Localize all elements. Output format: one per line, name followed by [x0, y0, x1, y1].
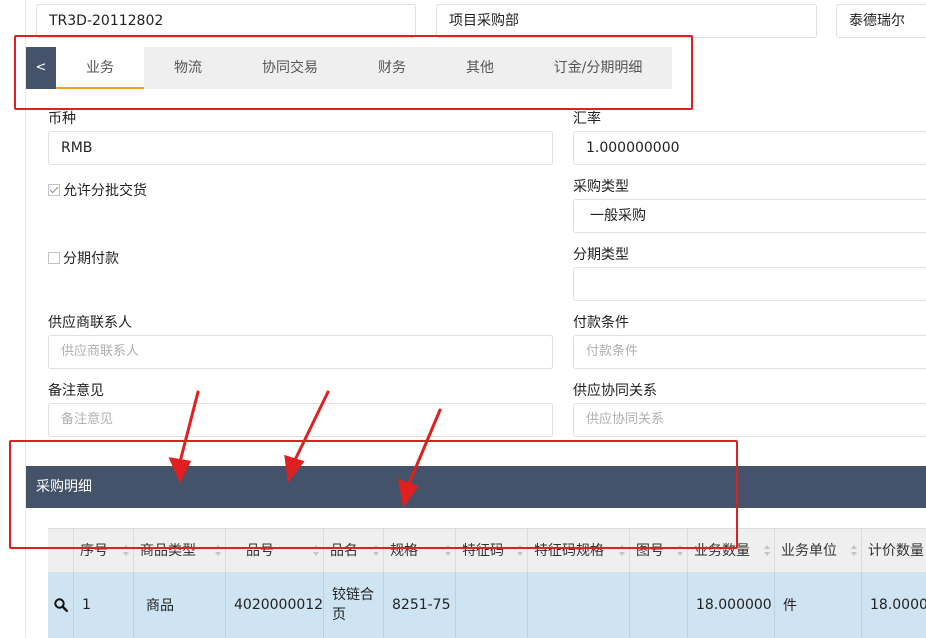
search-icon[interactable] [54, 598, 68, 612]
table-header-select [48, 529, 74, 573]
table-cell: 18.000000 [688, 572, 775, 638]
sort-icon[interactable] [677, 545, 683, 557]
payment-terms-input[interactable]: 付款条件 [573, 335, 926, 369]
tab-finance[interactable]: 财务 [348, 47, 436, 89]
tab-business[interactable]: 业务 [56, 47, 144, 89]
tab-collab-trade[interactable]: 协同交易 [232, 47, 348, 89]
table-cell: 18.00000 [870, 597, 926, 613]
column-header[interactable]: 业务单位 [775, 529, 862, 573]
column-header[interactable]: 特征码规格 [528, 529, 630, 573]
sort-icon[interactable] [517, 545, 523, 557]
column-header[interactable]: 序号 [74, 529, 134, 573]
chevron-left-icon[interactable]: < [26, 47, 56, 89]
column-header[interactable]: 图号 [630, 529, 688, 573]
sort-icon[interactable] [313, 545, 319, 557]
supplier-field[interactable]: 泰德瑞尔 [836, 4, 926, 38]
sort-icon[interactable] [619, 545, 625, 557]
column-header[interactable]: 计价数量 [862, 529, 926, 573]
exchange-rate-label: 汇率 [573, 111, 601, 127]
allow-partial-checkbox[interactable]: 允许分批交货 [48, 180, 147, 200]
installment-type-label: 分期类型 [573, 247, 629, 263]
column-header[interactable]: 特征码 [456, 529, 528, 573]
column-header[interactable]: 商品类型 [134, 529, 226, 573]
table-cell: 件 [775, 572, 862, 638]
sort-icon[interactable] [851, 545, 857, 557]
tab-bar: < 业务 物流 协同交易 财务 其他 订金/分期明细 [26, 47, 672, 89]
allow-partial-label: 允许分批交货 [63, 183, 147, 199]
sort-icon[interactable] [445, 545, 451, 557]
table-row[interactable]: 1 商品 4020000012 铰链合页 8251-75 18.000000 件… [48, 572, 926, 638]
purchase-detail-header: 采购明细 [26, 466, 926, 508]
installment-label: 分期付款 [63, 251, 119, 267]
column-header[interactable]: 品号 [226, 529, 324, 573]
column-header[interactable]: 业务数量 [688, 529, 775, 573]
remarks-input[interactable]: 备注意见 [48, 403, 553, 437]
installment-checkbox[interactable]: 分期付款 [48, 248, 119, 268]
supplier-contact-label: 供应商联系人 [48, 315, 132, 331]
table-cell: 8251-75 [384, 572, 456, 638]
installment-type-select[interactable] [573, 267, 926, 301]
sort-icon[interactable] [123, 545, 129, 557]
section-title: 采购明细 [36, 479, 92, 495]
currency-field[interactable]: RMB [48, 131, 553, 165]
row-search-cell[interactable] [48, 572, 74, 638]
department-field[interactable]: 项目采购部 [436, 4, 817, 38]
left-strip [0, 0, 26, 638]
payment-terms-label: 付款条件 [573, 315, 629, 331]
table-cell: 铰链合页 [324, 572, 384, 638]
supply-relation-label: 供应协同关系 [573, 383, 657, 399]
checkbox-unchecked-icon [48, 252, 60, 264]
column-header[interactable]: 品名 [324, 529, 384, 573]
supplier-contact-input[interactable]: 供应商联系人 [48, 335, 553, 369]
sort-icon[interactable] [373, 545, 379, 557]
table-header: 序号 商品类型 品号 品名 规格 特征码 特征码规格 图号 业务数量 业务单位 … [48, 528, 926, 573]
table-cell [630, 572, 688, 638]
table-cell: 1 [74, 572, 134, 638]
table-cell [456, 572, 528, 638]
column-header[interactable]: 规格 [384, 529, 456, 573]
sort-icon[interactable] [215, 545, 221, 557]
tab-logistics[interactable]: 物流 [144, 47, 232, 89]
exchange-rate-field[interactable]: 1.000000000 [573, 131, 926, 165]
tab-deposit-installment[interactable]: 订金/分期明细 [524, 47, 672, 89]
remarks-label: 备注意见 [48, 383, 104, 399]
order-no-field[interactable]: TR3D-20112802 [36, 4, 416, 38]
table-cell [528, 572, 630, 638]
supply-relation-input[interactable]: 供应协同关系 [573, 403, 926, 437]
purchase-type-select[interactable]: 一般采购 [573, 199, 926, 233]
purchase-type-label: 采购类型 [573, 179, 629, 195]
table-cell: 4020000012 [226, 572, 324, 638]
sort-icon[interactable] [764, 545, 770, 557]
currency-label: 币种 [48, 111, 76, 127]
checkbox-checked-icon [48, 184, 60, 196]
table-cell: 商品 [134, 572, 226, 638]
tab-other[interactable]: 其他 [436, 47, 524, 89]
